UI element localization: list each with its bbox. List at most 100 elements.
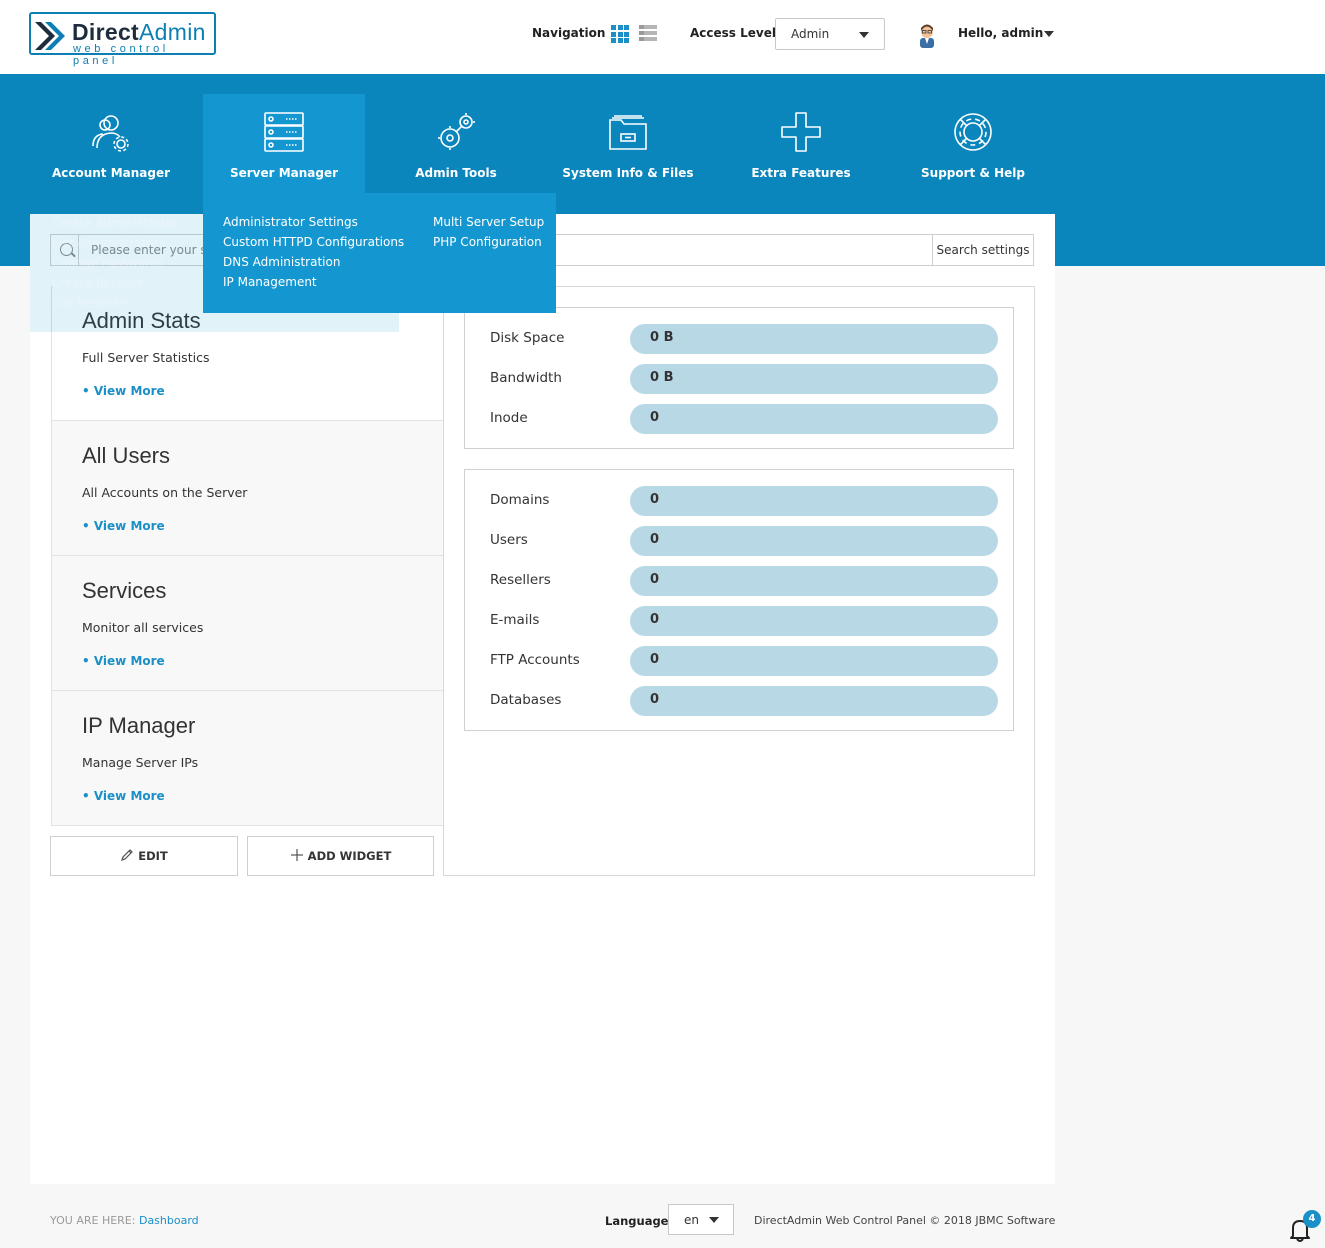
language-value: en [684,1213,699,1227]
logo-subtitle: web control panel [73,43,169,67]
nav-support-help[interactable]: Support & Help [887,94,1059,194]
language-label: Language [605,1214,669,1228]
widget-ip-manager: IP Manager Manage Server IPs • View More [51,691,444,826]
stat-value: 0 [650,410,660,425]
add-widget-button[interactable]: ADD WIDGET [247,836,434,876]
stat-bar [630,364,998,394]
widget-description: Monitor all services [82,620,204,635]
stat-bar [630,526,998,556]
server-icon [264,112,304,152]
server-manager-dropdown: Administrator Settings Custom HTTPD Conf… [203,193,556,313]
user-greeting[interactable]: Hello, admin [958,26,1043,40]
user-menu-chevron-icon[interactable] [1044,31,1054,37]
stat-domains: Domains 0 [465,486,1013,516]
widget-title: Services [82,578,167,603]
navigation-label: Navigation [532,26,606,40]
widget-description: Full Server Statistics [82,350,210,365]
lifebuoy-icon [954,113,992,151]
logo-brand: DirectAdmin [72,19,206,45]
edit-button-label: EDIT [138,849,168,863]
view-more-link[interactable]: • View More [82,384,165,398]
edit-button[interactable]: EDIT [50,836,238,876]
nav-admin-tools[interactable]: Admin Tools [370,94,542,194]
stat-value: 0 [650,692,660,707]
main-navigation: Account Manager Server Manager Admin Too… [25,94,1065,194]
stat-bar [630,566,998,596]
widget-services: Services Monitor all services • View Mor… [51,556,444,691]
nav-system-info-files[interactable]: System Info & Files [542,94,714,194]
stat-value: 0 [650,492,660,507]
view-more-link[interactable]: • View More [82,654,165,668]
stat-label: Domains [490,492,550,508]
stat-inode: Inode 0 [465,404,1013,434]
widget-title: All Users [82,443,171,468]
view-more-link[interactable]: • View More [82,519,165,533]
widget-title: IP Manager [82,713,196,738]
language-select[interactable]: en [668,1204,734,1235]
menu-list-administrators[interactable]: List Administrators [52,236,165,250]
search-settings-button[interactable]: Search settings [932,235,1033,265]
nav-account-manager-label: Account Manager [51,166,171,180]
menu-administrator-settings[interactable]: Administrator Settings [223,215,404,235]
menu-multi-server-setup[interactable]: Multi Server Setup [433,215,544,235]
menu-php-configuration[interactable]: PHP Configuration [433,235,544,255]
access-level-select[interactable]: Admin [775,18,885,50]
nav-support-help-label: Support & Help [921,166,1025,180]
nav-account-manager[interactable]: Account Manager [25,94,197,194]
stat-bar [630,486,998,516]
widget-all-users: All Users All Accounts on the Server • V… [51,421,444,556]
access-level-label: Access Level [690,26,776,40]
directadmin-logo[interactable]: DirectAdmin web control panel [29,12,216,67]
nav-extra-features-label: Extra Features [751,166,851,180]
stat-label: Disk Space [490,330,565,346]
stat-value: 0 [650,612,660,627]
menu-custom-httpd-configurations[interactable]: Custom HTTPD Configurations [223,235,404,255]
gears-icon [438,113,475,150]
widget-description: All Accounts on the Server [82,485,248,500]
widget-description: Manage Server IPs [82,755,199,770]
menu-create-reseller[interactable]: Create Reseller [52,276,144,290]
count-stats-box: Domains 0 Users 0 Resellers 0 E-mails 0 … [464,469,1014,731]
notification-badge[interactable]: 4 [1303,1210,1321,1228]
stat-emails: E-mails 0 [465,606,1013,636]
stat-bar [630,404,998,434]
plus-small-icon [290,849,303,861]
chevron-down-icon [709,1217,719,1223]
grid-view-icon[interactable] [611,25,629,43]
stat-label: Databases [490,692,562,708]
stat-value: 0 B [650,330,674,345]
top-bar: DirectAdmin web control panel Navigation… [0,0,1325,74]
logo-chevron-icon [35,22,65,50]
stat-value: 0 [650,652,660,667]
stat-ftp-accounts: FTP Accounts 0 [465,646,1013,676]
copyright-text: DirectAdmin Web Control Panel © 2018 JBM… [754,1214,1056,1227]
menu-list-resellers[interactable]: List Resellers [52,296,131,310]
avatar[interactable] [916,22,938,48]
stat-bar [630,646,998,676]
stat-bandwidth: Bandwidth 0 B [465,364,1013,394]
breadcrumb-dashboard-link[interactable]: Dashboard [139,1214,199,1227]
stat-label: Users [490,532,528,548]
menu-change-passwords[interactable]: Change Passwords [52,256,164,270]
plus-icon [781,112,821,152]
stat-label: FTP Accounts [490,652,580,668]
stat-bar [630,324,998,354]
nav-system-info-label: System Info & Files [562,166,694,180]
stat-label: E-mails [490,612,540,628]
breadcrumb: YOU ARE HERE: Dashboard [50,1214,199,1227]
view-more-link[interactable]: • View More [82,789,165,803]
nav-admin-tools-label: Admin Tools [415,166,497,180]
access-level-value: Admin [791,27,830,41]
stat-label: Resellers [490,572,551,588]
nav-server-manager[interactable]: Server Manager [203,94,365,194]
chevron-down-icon [859,32,869,38]
stat-databases: Databases 0 [465,686,1013,716]
stat-value: 0 [650,572,660,587]
menu-create-administrator[interactable]: Create Administrator [52,216,178,230]
menu-dns-administration[interactable]: DNS Administration [223,255,404,275]
nav-extra-features[interactable]: Extra Features [715,94,887,194]
users-gear-icon [92,115,129,152]
menu-ip-management[interactable]: IP Management [223,275,404,295]
stat-label: Inode [490,410,528,426]
list-view-icon[interactable] [639,25,657,43]
